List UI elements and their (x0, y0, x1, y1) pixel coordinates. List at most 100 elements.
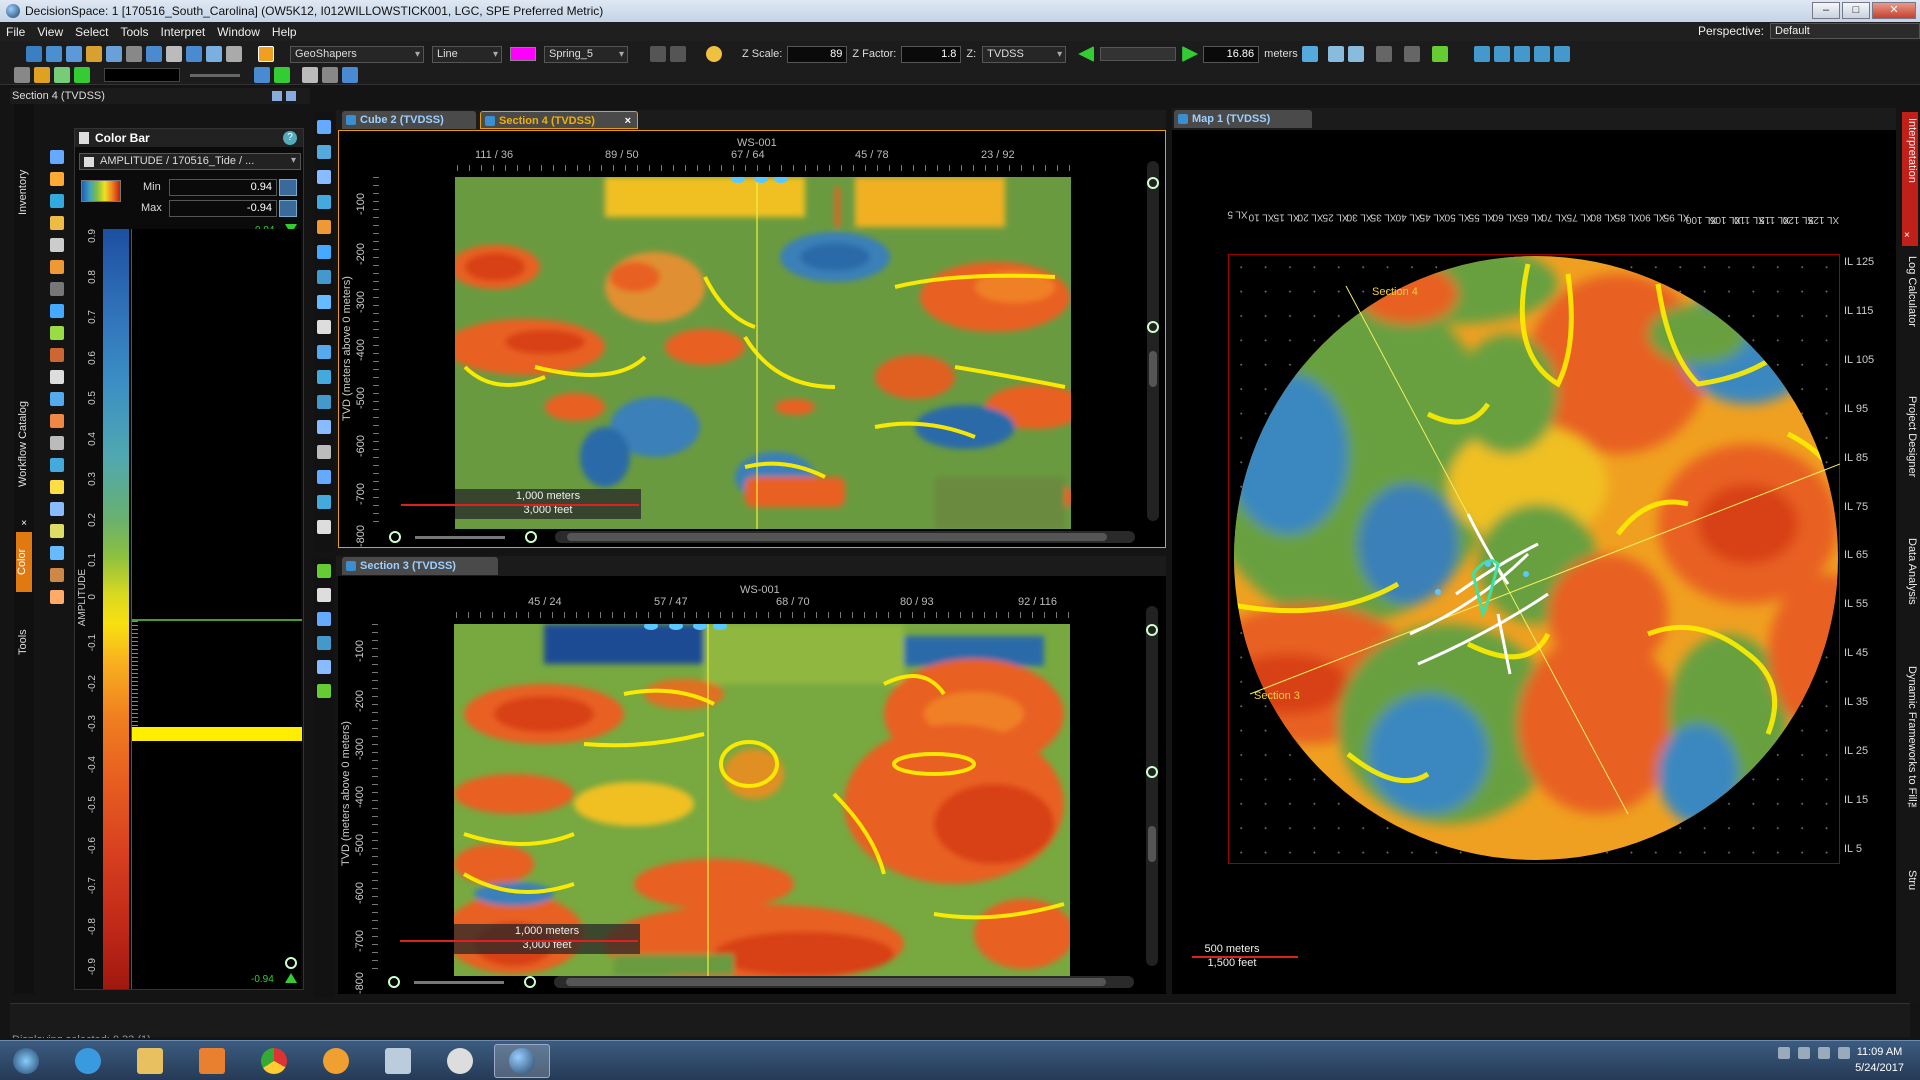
palette-tool-icon[interactable] (50, 436, 64, 450)
tab-workflow-catalog[interactable]: Workflow Catalog (17, 376, 29, 512)
section3-hzoom-out-icon[interactable] (388, 976, 400, 988)
tab-section3[interactable]: Section 3 (TVDSS) (342, 557, 498, 575)
section-tool-icon[interactable] (317, 445, 331, 459)
taskbar-explorer[interactable] (122, 1044, 178, 1078)
view-icon-b[interactable] (1493, 46, 1510, 62)
section-tool-icon[interactable] (317, 660, 331, 674)
section-tool-icon[interactable] (317, 612, 331, 626)
section4-hzoom-out-icon[interactable] (389, 531, 401, 543)
table-icon[interactable] (322, 67, 338, 83)
zfactor-input[interactable]: 1.8 (901, 45, 962, 63)
section-tool-icon[interactable] (317, 395, 331, 409)
palette-tool-icon[interactable] (50, 590, 64, 604)
section-tool-icon[interactable] (317, 420, 331, 434)
sun-icon[interactable] (706, 46, 722, 62)
hscroll-thumb[interactable] (566, 978, 1106, 986)
tab-section4[interactable]: Section 4 (TVDSS) × (480, 111, 638, 129)
taskbar-clock[interactable]: 11:09 AM 5/24/2017 (1855, 1044, 1904, 1076)
section-tool-icon[interactable] (317, 470, 331, 484)
palette-tool-icon[interactable] (50, 502, 64, 516)
menu-interpret[interactable]: Interpret (155, 25, 212, 39)
close-button[interactable]: ✕ (1872, 2, 1916, 19)
section-tool-icon[interactable] (317, 245, 331, 259)
min-reset-icon[interactable] (279, 179, 297, 196)
taskbar-decisionspace[interactable] (494, 1044, 550, 1078)
vscroll-thumb[interactable] (1148, 826, 1156, 862)
chain-icon[interactable] (74, 67, 90, 83)
section3-zoom-in-icon[interactable] (1146, 624, 1158, 636)
property-field[interactable] (104, 68, 180, 82)
section4-amplitude-image[interactable] (455, 177, 1071, 529)
section-tool-icon[interactable] (317, 345, 331, 359)
section3-hslider[interactable] (414, 981, 504, 984)
view-icon-a[interactable] (1473, 46, 1490, 62)
hscroll-thumb[interactable] (567, 533, 1107, 541)
taskbar-app6[interactable] (370, 1044, 426, 1078)
palette-tool-icon[interactable] (50, 480, 64, 494)
pointer-icon[interactable] (14, 67, 30, 83)
palette-tool-icon[interactable] (50, 150, 64, 164)
section-tool-icon[interactable] (317, 495, 331, 509)
undo-icon[interactable] (650, 46, 666, 62)
zscale-input[interactable]: 89 (787, 45, 848, 63)
section3-zoom-out-icon[interactable] (1146, 766, 1158, 778)
menu-view[interactable]: View (31, 25, 69, 39)
tab-log-calculator[interactable]: Log Calculator (1902, 250, 1918, 370)
section-tool-icon[interactable] (317, 370, 331, 384)
minimize-button[interactable]: – (1812, 2, 1840, 19)
tab-map1[interactable]: Map 1 (TVDSS) (1174, 110, 1312, 128)
palette-tool-icon[interactable] (50, 348, 64, 362)
view-icon-e[interactable] (1553, 46, 1570, 62)
menu-select[interactable]: Select (69, 25, 114, 39)
axis-icon[interactable] (274, 67, 290, 83)
taskbar-paint[interactable] (432, 1044, 488, 1078)
pin-icon[interactable] (1431, 46, 1448, 62)
shapers-select[interactable]: GeoShapers (290, 45, 424, 63)
palette-tool-icon[interactable] (50, 194, 64, 208)
maximize-button[interactable]: □ (1842, 2, 1870, 19)
window-icon[interactable] (206, 46, 222, 62)
open-icon[interactable] (46, 46, 62, 62)
tray-volume-icon[interactable] (1838, 1047, 1850, 1059)
tab-color[interactable]: Color (16, 532, 32, 592)
menu-file[interactable]: File (0, 25, 31, 39)
taskbar-media[interactable] (184, 1044, 240, 1078)
interpretation-close-icon[interactable]: × (1904, 230, 1910, 241)
min-input[interactable]: 0.94 (169, 179, 277, 196)
palette-tool-icon[interactable] (50, 546, 64, 560)
view-icon-c[interactable] (1513, 46, 1530, 62)
tool-icon-a[interactable] (1301, 46, 1318, 62)
export-icon[interactable] (302, 67, 318, 83)
folder-icon[interactable] (86, 46, 102, 62)
color-tab-close-icon[interactable]: × (18, 518, 30, 530)
line-select[interactable]: Line (432, 45, 502, 63)
section3-hscroll[interactable] (554, 976, 1134, 988)
attribute-select[interactable]: AMPLITUDE / 170516_Tide / ... ▾ (79, 153, 301, 170)
tab-stru[interactable]: Stru (1902, 864, 1918, 904)
grid-icon[interactable] (186, 46, 202, 62)
palette-tool-icon[interactable] (50, 282, 64, 296)
menu-help[interactable]: Help (266, 25, 303, 39)
pencil-icon[interactable] (258, 46, 274, 62)
tray-arrow-icon[interactable] (1778, 1047, 1790, 1059)
palette-tool-icon[interactable] (50, 326, 64, 340)
animation-slider[interactable] (1100, 47, 1177, 61)
section-tool-icon[interactable] (317, 220, 331, 234)
palette-tool-icon[interactable] (50, 414, 64, 428)
crosshair-icon[interactable] (254, 67, 270, 83)
camera-icon[interactable] (226, 46, 242, 62)
palette-tool-icon[interactable] (50, 568, 64, 582)
map-view[interactable]: (function(){var d=JSON.parse(document.ge… (1172, 130, 1896, 994)
palette-tool-icon[interactable] (50, 392, 64, 406)
section-tool-icon[interactable] (317, 564, 331, 578)
section-tool-icon[interactable] (317, 195, 331, 209)
section3-hzoom-in-icon[interactable] (524, 976, 536, 988)
palette-tool-icon[interactable] (50, 458, 64, 472)
taskbar-chrome[interactable] (246, 1044, 302, 1078)
taskbar-ie[interactable] (60, 1044, 116, 1078)
tab-project-designer[interactable]: Project Designer (1902, 390, 1918, 518)
palette-tool-icon[interactable] (50, 260, 64, 274)
tab-inventory[interactable]: Inventory (17, 154, 29, 230)
copy-icon[interactable] (126, 46, 142, 62)
panel-minimize-icon[interactable] (286, 91, 296, 101)
